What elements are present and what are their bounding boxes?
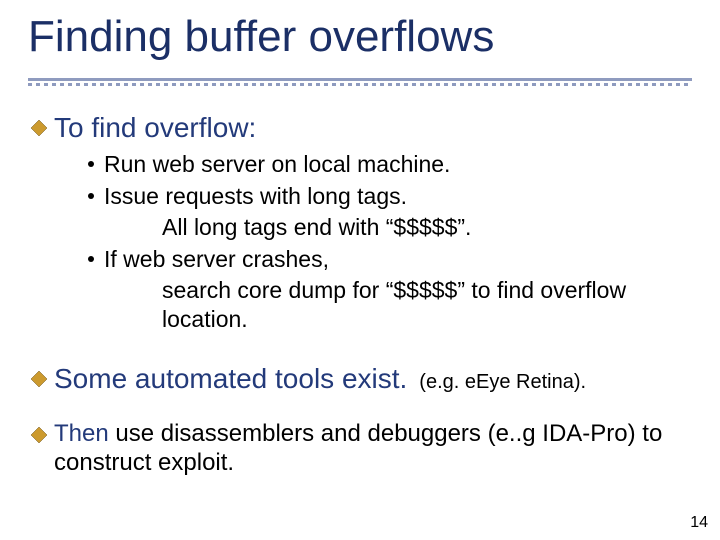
bullet-automated-tools: Some automated tools exist. (e.g. eEye R…	[30, 363, 690, 395]
section3-lead: Then	[54, 420, 109, 447]
section3-text: Then use disassemblers and debuggers (e.…	[54, 419, 690, 478]
sub-item-text: If web server crashes,	[104, 245, 329, 274]
section1-heading: To find overflow:	[54, 112, 256, 144]
sub-item-run-server: Run web server on local machine.	[88, 150, 690, 179]
dot-bullet-icon	[88, 193, 94, 199]
underline-dashed	[28, 83, 692, 86]
section3-rest: use disassemblers and debuggers (e..g ID…	[54, 420, 662, 476]
sub-item-issue-requests: Issue requests with long tags.	[88, 182, 690, 211]
bullet-then-disassemblers: Then use disassemblers and debuggers (e.…	[30, 419, 690, 478]
section2-note: (e.g. eEye Retina).	[419, 371, 586, 394]
page-number: 14	[690, 514, 708, 532]
slide: Finding buffer overflows To find overflo…	[0, 0, 720, 540]
dot-bullet-icon	[88, 161, 94, 167]
dot-bullet-icon	[88, 256, 94, 262]
slide-body: To find overflow: Run web server on loca…	[30, 112, 690, 484]
bullet-to-find-overflow: To find overflow:	[30, 112, 690, 144]
section2-heading: Some automated tools exist.	[54, 363, 407, 395]
diamond-bullet-icon	[30, 119, 48, 137]
sub-item-text: Run web server on local machine.	[104, 150, 450, 179]
sub-item-text: Issue requests with long tags.	[104, 182, 407, 211]
diamond-bullet-icon	[30, 426, 48, 444]
sub-item-if-crashes: If web server crashes,	[88, 245, 690, 274]
title-underline	[28, 78, 692, 90]
diamond-bullet-icon	[30, 370, 48, 388]
section1-sub-list: Run web server on local machine. Issue r…	[88, 150, 690, 335]
sub-item-continuation: All long tags end with “$$$$$”.	[162, 213, 690, 242]
sub-item-continuation: search core dump for “$$$$$” to find ove…	[162, 276, 690, 335]
underline-top	[28, 78, 692, 81]
slide-title: Finding buffer overflows	[28, 14, 494, 60]
